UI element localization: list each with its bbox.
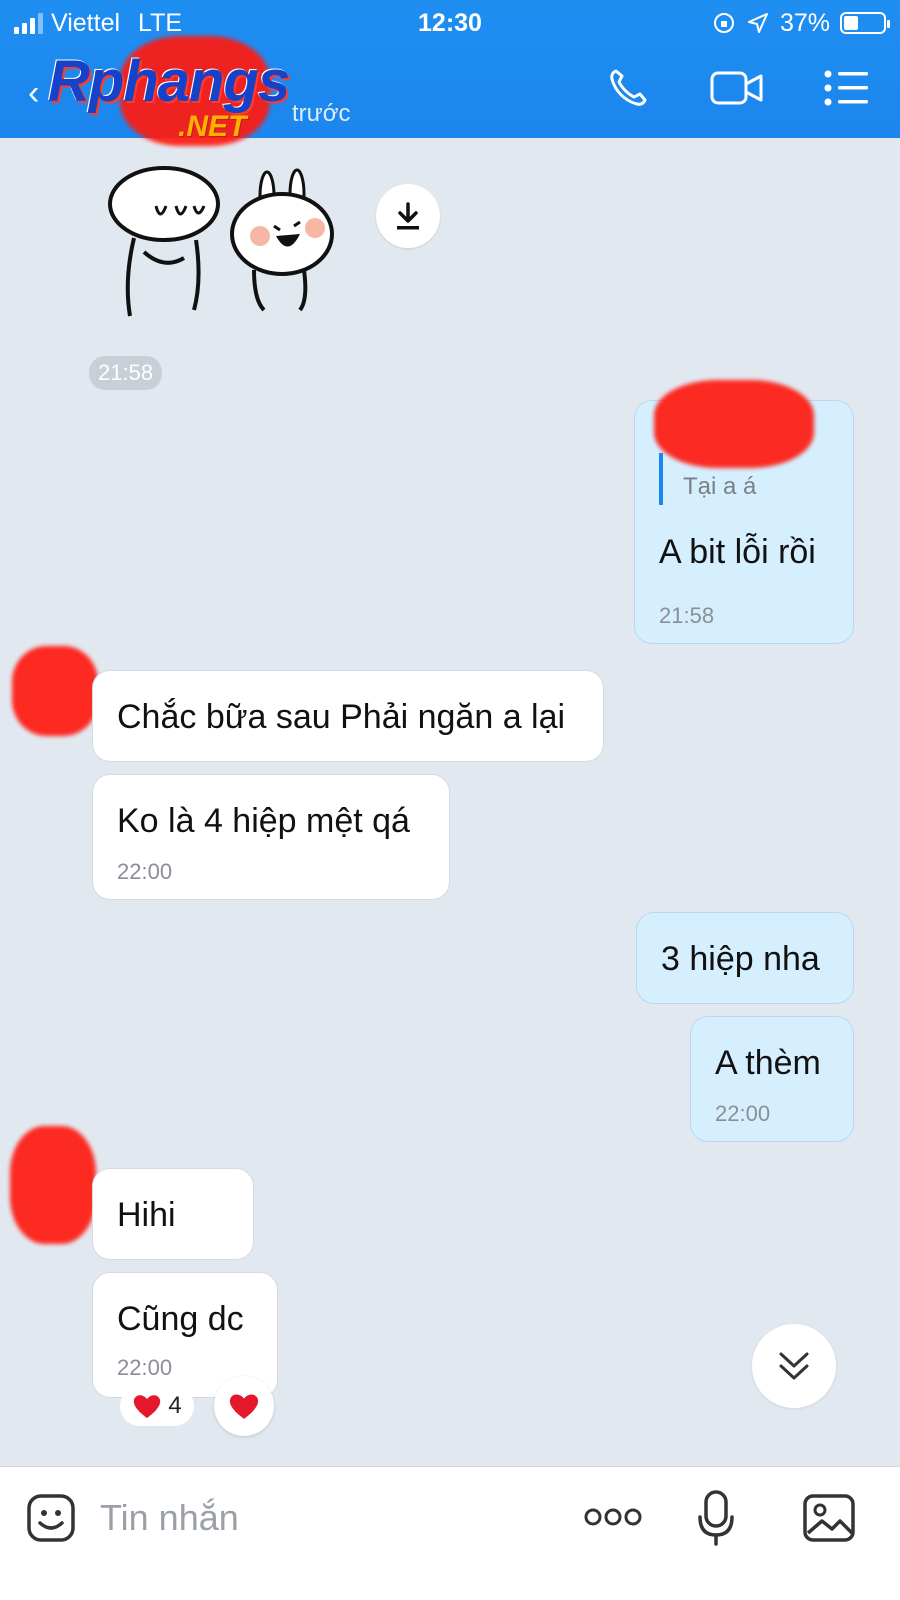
chevron-double-down-icon	[779, 1352, 809, 1380]
avatar[interactable]	[12, 646, 98, 736]
message-text: Cũng dc	[117, 1300, 244, 1338]
signal-icon	[14, 12, 43, 34]
message-bubble[interactable]: Chắc bữa sau Phải ngăn a lại	[92, 670, 604, 762]
image-icon[interactable]	[802, 1493, 856, 1543]
message-bubble[interactable]: Ko là 4 hiệp mệt qá 22:00	[92, 774, 450, 900]
message-text: Hihi	[117, 1196, 176, 1234]
message-input[interactable]: Tin nhắn	[100, 1497, 239, 1539]
mic-icon[interactable]	[696, 1489, 736, 1547]
message-bubble[interactable]: 3 hiệp nha	[636, 912, 854, 1004]
message-time: 22:00	[117, 859, 173, 884]
quote-bar	[659, 453, 663, 505]
quoted-message: Tại a á	[683, 473, 757, 500]
sticker-image[interactable]	[104, 160, 340, 324]
more-icon[interactable]	[584, 1507, 642, 1527]
network-label: LTE	[138, 8, 183, 37]
message-text: Chắc bữa sau Phải ngăn a lại	[117, 698, 566, 736]
message-text: A bit lỗi rồi	[659, 533, 816, 571]
message-time: 22:00	[715, 1101, 771, 1126]
message-text: Ko là 4 hiệp mệt qá	[117, 802, 410, 840]
back-icon[interactable]: ‹	[28, 74, 39, 113]
watermark-logo-suffix: .NET	[178, 110, 247, 143]
message-bubble[interactable]: A thèm 22:00	[690, 1016, 854, 1142]
battery-percent: 37%	[779, 8, 830, 37]
download-button[interactable]	[376, 184, 440, 248]
scroll-to-bottom-button[interactable]	[752, 1324, 836, 1408]
message-time: 22:00	[117, 1355, 173, 1380]
react-button[interactable]	[214, 1376, 274, 1436]
watermark-logo: Rphangs	[48, 49, 290, 114]
video-icon[interactable]	[710, 68, 764, 108]
status-bar: Viettel LTE 12:30 37%	[14, 8, 890, 38]
chat-header: Viettel LTE 12:30 37% ‹ Rphangs .NET trư…	[0, 0, 900, 146]
download-icon	[397, 202, 419, 230]
menu-icon[interactable]	[824, 70, 870, 106]
reaction-summary[interactable]: 4	[120, 1386, 194, 1426]
phone-icon[interactable]	[606, 66, 650, 110]
message-text: 3 hiệp nha	[661, 940, 820, 978]
heart-icon	[229, 1394, 259, 1419]
avatar[interactable]	[10, 1126, 96, 1244]
location-icon	[747, 13, 768, 33]
heart-icon	[134, 1395, 161, 1418]
emoji-icon[interactable]	[26, 1493, 76, 1543]
message-time: 21:58	[659, 603, 715, 628]
timestamp-badge: 21:58	[89, 356, 163, 390]
message-bubble[interactable]: Hihi	[92, 1168, 254, 1260]
reaction-count: 4	[168, 1392, 182, 1419]
rotation-lock-icon	[713, 13, 734, 33]
redaction-mark	[654, 380, 814, 468]
last-seen-status: trước	[292, 100, 351, 127]
message-composer: Tin nhắn	[0, 1466, 900, 1600]
carrier-label: Viettel	[51, 8, 121, 37]
battery-icon	[840, 12, 890, 34]
message-text: A thèm	[715, 1044, 821, 1082]
